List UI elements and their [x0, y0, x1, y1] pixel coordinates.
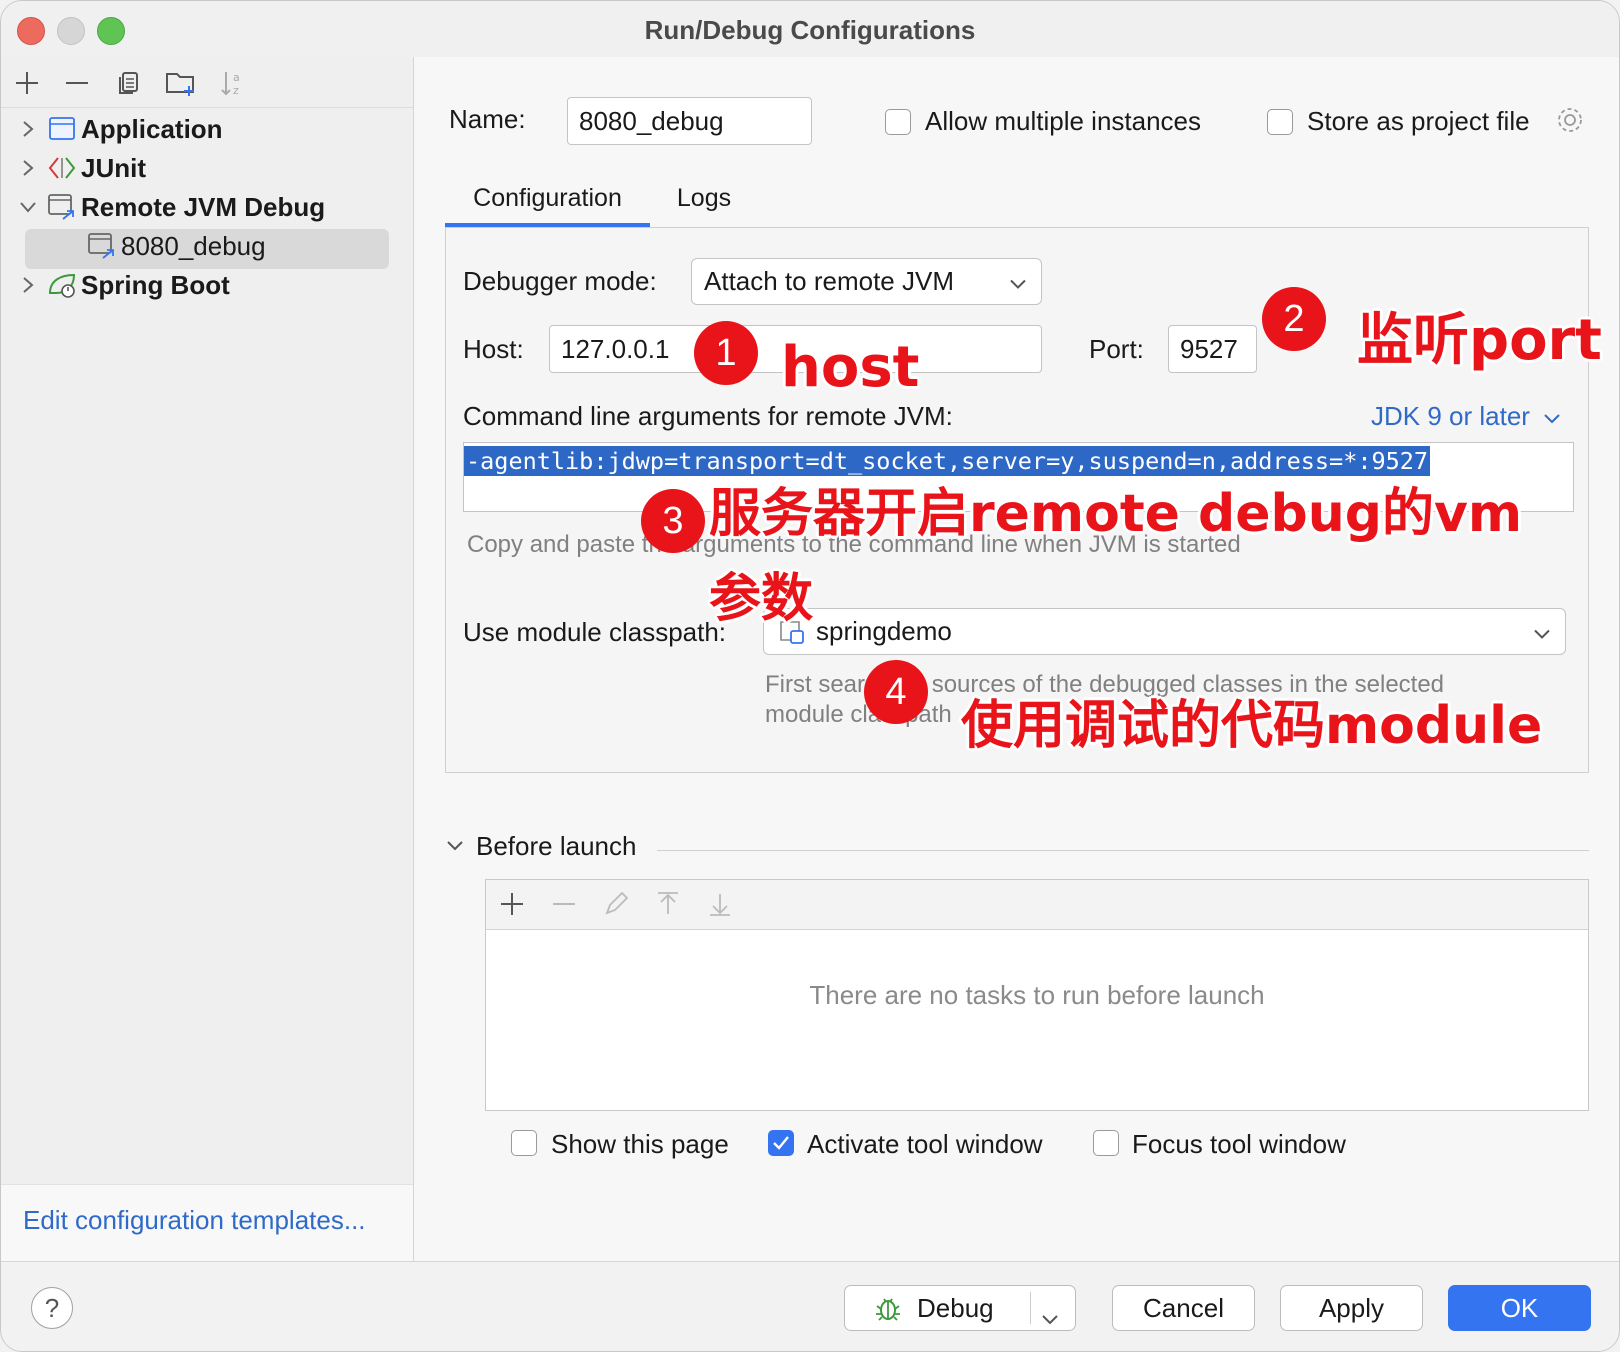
- split-divider: [1030, 1292, 1031, 1324]
- annotation-text-4: 使用调试的代码module: [961, 696, 1543, 756]
- remove-icon[interactable]: [59, 65, 95, 101]
- svg-text:z: z: [233, 84, 239, 97]
- new-folder-icon[interactable]: [163, 65, 199, 101]
- sort-icon[interactable]: az: [215, 65, 251, 101]
- annotation-text-3-line2: 参数: [709, 569, 814, 629]
- classpath-label: Use module classpath:: [463, 617, 727, 647]
- port-input[interactable]: 9527: [1168, 325, 1257, 373]
- before-launch-empty-text: There are no tasks to run before launch: [809, 980, 1265, 1010]
- annotation-badge-3: 3: [641, 489, 705, 553]
- debugger-mode-select[interactable]: Attach to remote JVM: [691, 258, 1042, 305]
- annotation-badge-2: 2: [1262, 287, 1326, 351]
- annotation-badge-1: 1: [694, 321, 758, 385]
- chevron-right-icon[interactable]: [11, 276, 45, 294]
- debugger-mode-label: Debugger mode:: [463, 266, 657, 296]
- focus-tool-label: Focus tool window: [1132, 1129, 1346, 1159]
- before-launch-toolbar: [486, 880, 1588, 930]
- classpath-value: springdemo: [816, 616, 952, 646]
- window-title: Run/Debug Configurations: [644, 15, 976, 45]
- store-project-label: Store as project file: [1307, 106, 1530, 136]
- jdk-version-label: JDK 9 or later: [1371, 401, 1530, 431]
- host-label: Host:: [463, 334, 524, 364]
- checkmark-icon: [773, 1136, 789, 1150]
- apply-button[interactable]: Apply: [1280, 1285, 1423, 1331]
- gear-icon[interactable]: [1555, 105, 1585, 135]
- sidebar-toolbar: az: [1, 57, 413, 108]
- chevron-down-icon: [1009, 266, 1027, 297]
- sidebar-footer: Edit configuration templates...: [1, 1184, 413, 1261]
- debug-button[interactable]: Debug: [844, 1285, 1076, 1331]
- name-input[interactable]: 8080_debug: [567, 97, 812, 145]
- bug-icon: [873, 1294, 903, 1322]
- tree-item-label: 8080_debug: [121, 230, 266, 261]
- add-icon[interactable]: [9, 65, 45, 101]
- debug-label: Debug: [917, 1292, 994, 1323]
- annotation-badge-4: 4: [864, 660, 928, 724]
- tree-item-application[interactable]: Application: [1, 109, 413, 149]
- tree-item-spring-boot[interactable]: Spring Boot: [1, 265, 413, 305]
- activate-tool-label: Activate tool window: [807, 1129, 1043, 1159]
- debugger-mode-value: Attach to remote JVM: [704, 266, 954, 296]
- tab-configuration[interactable]: Configuration: [445, 173, 650, 223]
- chevron-right-icon[interactable]: [11, 120, 45, 138]
- collapse-before-launch-icon[interactable]: [446, 839, 464, 857]
- name-label: Name:: [449, 104, 526, 134]
- tree-item-label: JUnit: [81, 152, 146, 183]
- activate-tool-checkbox[interactable]: [768, 1130, 794, 1156]
- title-bar: Run/Debug Configurations: [1, 1, 1619, 57]
- help-button[interactable]: ?: [31, 1287, 73, 1329]
- chevron-down-icon: [1544, 414, 1560, 424]
- chevron-down-icon: [1533, 616, 1551, 647]
- tree-item-8080-debug[interactable]: 8080_debug: [51, 226, 391, 266]
- classpath-select[interactable]: springdemo: [763, 608, 1566, 655]
- tree-item-label: Application: [81, 113, 223, 144]
- allow-multiple-checkbox[interactable]: [885, 109, 911, 135]
- svg-text:a: a: [233, 71, 240, 84]
- tab-logs[interactable]: Logs: [665, 173, 743, 223]
- annotation-text-1: host: [781, 335, 920, 400]
- tree-item-label: Remote JVM Debug: [81, 191, 326, 222]
- run-debug-dialog: Run/Debug Configurations az Application …: [0, 0, 1620, 1352]
- sidebar: az Application JUnit Remote JVM Debug 80…: [1, 57, 414, 1261]
- move-down-icon[interactable]: [706, 890, 734, 923]
- jdk-version-dropdown[interactable]: JDK 9 or later: [1371, 401, 1561, 432]
- remove-task-icon[interactable]: [550, 890, 578, 923]
- junit-icon: [45, 153, 79, 183]
- dialog-footer: ? Debug Cancel Apply OK: [1, 1261, 1619, 1351]
- remote-debug-icon: [45, 192, 79, 222]
- chevron-down-icon[interactable]: [11, 200, 45, 214]
- cmd-label: Command line arguments for remote JVM:: [463, 401, 953, 431]
- tree-item-junit[interactable]: JUnit: [1, 148, 413, 188]
- chevron-right-icon[interactable]: [11, 159, 45, 177]
- application-icon: [45, 114, 79, 144]
- edit-templates-link[interactable]: Edit configuration templates...: [23, 1205, 366, 1236]
- chevron-down-icon[interactable]: [1041, 1302, 1059, 1333]
- copy-icon[interactable]: [111, 65, 147, 101]
- remote-debug-icon: [85, 231, 119, 261]
- spring-boot-icon: [45, 270, 79, 300]
- move-up-icon[interactable]: [654, 890, 682, 923]
- before-launch-divider: [657, 850, 1589, 851]
- annotation-text-3: 服务器开启remote debug的vm: [709, 484, 1523, 544]
- tree-item-remote-jvm-debug[interactable]: Remote JVM Debug: [1, 187, 413, 227]
- add-task-icon[interactable]: [498, 890, 526, 923]
- show-page-checkbox[interactable]: [511, 1130, 537, 1156]
- annotation-text-2: 监听port: [1357, 308, 1602, 373]
- focus-tool-checkbox[interactable]: [1093, 1130, 1119, 1156]
- ok-button[interactable]: OK: [1448, 1285, 1591, 1331]
- show-page-label: Show this page: [551, 1129, 729, 1159]
- store-project-checkbox[interactable]: [1267, 109, 1293, 135]
- before-launch-title: Before launch: [476, 831, 637, 861]
- port-label: Port:: [1089, 334, 1144, 364]
- edit-task-icon[interactable]: [602, 890, 630, 923]
- tree-item-label: Spring Boot: [81, 269, 230, 300]
- allow-multiple-label: Allow multiple instances: [925, 106, 1202, 136]
- cancel-button[interactable]: Cancel: [1112, 1285, 1255, 1331]
- before-launch-list: There are no tasks to run before launch: [485, 879, 1589, 1111]
